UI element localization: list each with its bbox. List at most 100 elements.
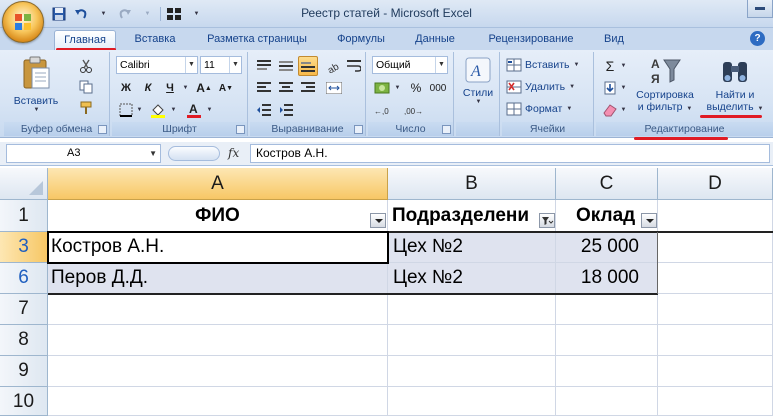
increase-decimal-icon[interactable]: ←,0 [372,100,400,120]
tab-formulas[interactable]: Формулы [328,30,394,50]
row-header-1[interactable]: 1 [0,200,48,232]
decrease-decimal-icon[interactable]: ,00→ [402,100,430,120]
filter-active-b-icon[interactable] [539,213,555,228]
cell-d1[interactable] [658,200,773,232]
cell-b6[interactable]: Цех №2 [388,263,556,294]
cell-c6[interactable]: 18 000 [556,263,658,294]
text-orientation-icon[interactable]: ab [324,56,344,76]
font-name-dropdown-icon[interactable]: ▼ [185,57,197,73]
align-middle-icon[interactable] [276,56,296,76]
tab-insert[interactable]: Вставка [124,30,186,50]
bold-button[interactable]: Ж [116,78,136,98]
sort-filter-button[interactable]: А Я Сортировка и фильтр ▼ [630,56,700,118]
fill-dropdown-icon[interactable]: ▼ [618,78,628,98]
row-header-7[interactable]: 7 [0,294,48,325]
format-cells-button[interactable]: Формат ▼ [506,99,572,119]
cell-a1[interactable]: ФИО [48,200,388,232]
formula-input[interactable]: Костров А.Н. [250,144,770,163]
cell-b10[interactable] [388,387,556,416]
row-header-9[interactable]: 9 [0,356,48,387]
underline-dropdown-icon[interactable]: ▼ [180,78,190,98]
column-header-b[interactable]: B [388,168,556,200]
increase-indent-icon[interactable] [276,100,296,120]
cell-a9[interactable] [48,356,388,387]
font-shrink-icon[interactable]: A ▼ [216,78,236,98]
row-header-8[interactable]: 8 [0,325,48,356]
cell-d7[interactable] [658,294,773,325]
currency-icon[interactable] [372,78,392,98]
find-select-dropdown-icon[interactable]: ▼ [757,106,763,112]
minimize-icon[interactable] [747,0,773,18]
tab-review[interactable]: Рецензирование [476,30,586,50]
copy-icon[interactable] [76,77,96,97]
number-launcher-icon[interactable] [442,125,451,134]
align-left-icon[interactable] [254,78,274,98]
fill-color-icon[interactable] [148,100,168,120]
font-size-combo[interactable]: 11 ▼ [200,56,242,74]
wrap-text-icon[interactable] [344,56,364,76]
tab-home[interactable]: Главная [54,30,116,50]
number-format-dropdown-icon[interactable]: ▼ [435,57,447,73]
styles-button[interactable]: A Стили ▼ [458,56,498,118]
percent-icon[interactable]: % [406,78,426,98]
fill-color-dropdown-icon[interactable]: ▼ [168,100,178,120]
italic-button[interactable]: К [138,78,158,98]
cell-c3[interactable]: 25 000 [556,232,658,263]
cut-icon[interactable] [76,56,96,76]
clear-icon[interactable] [600,100,620,120]
align-right-icon[interactable] [298,78,318,98]
name-box-dropdown-icon[interactable]: ▼ [149,145,157,162]
align-center-icon[interactable] [276,78,296,98]
insert-function-button[interactable]: fx [228,144,239,163]
row-header-6[interactable]: 6 [0,263,48,294]
filter-dropdown-c-icon[interactable] [641,213,657,228]
cell-b9[interactable] [388,356,556,387]
font-size-dropdown-icon[interactable]: ▼ [229,57,241,73]
font-color-icon[interactable]: A [184,100,204,120]
cell-b1[interactable]: Подразделени [388,200,556,232]
thousands-separator-button[interactable]: 000 [426,78,450,98]
select-all-corner[interactable] [0,168,48,200]
number-format-combo[interactable]: Общий ▼ [372,56,448,74]
fill-icon[interactable] [600,78,620,98]
cell-d8[interactable] [658,325,773,356]
tab-view[interactable]: Вид [596,30,632,50]
cell-d9[interactable] [658,356,773,387]
row-header-3[interactable]: 3 [0,232,48,263]
font-name-combo[interactable]: Calibri ▼ [116,56,198,74]
sort-filter-dropdown-icon[interactable]: ▼ [686,106,692,112]
insert-cells-button[interactable]: Вставить ▼ [506,55,579,75]
font-launcher-icon[interactable] [236,125,245,134]
cell-c7[interactable] [556,294,658,325]
cell-b3[interactable]: Цех №2 [388,232,556,263]
cell-b7[interactable] [388,294,556,325]
name-box[interactable]: A3 ▼ [6,144,161,163]
autosum-button[interactable]: Σ [600,56,620,76]
cell-a8[interactable] [48,325,388,356]
paste-button[interactable]: Вставить ▼ [12,56,60,116]
borders-icon[interactable] [116,100,136,120]
cell-a6[interactable]: Перов Д.Д. [48,263,388,294]
clipboard-launcher-icon[interactable] [98,125,107,134]
column-header-d[interactable]: D [658,168,773,200]
autosum-dropdown-icon[interactable]: ▼ [618,56,628,76]
underline-button[interactable]: Ч [160,78,180,98]
paste-dropdown-icon[interactable]: ▼ [13,107,60,113]
cell-d6[interactable] [658,263,773,294]
tab-page-layout[interactable]: Разметка страницы [196,30,318,50]
row-header-10[interactable]: 10 [0,387,48,416]
delete-cells-button[interactable]: Удалить ▼ [506,77,575,97]
currency-dropdown-icon[interactable]: ▼ [392,78,402,98]
clear-dropdown-icon[interactable]: ▼ [618,100,628,120]
tab-data[interactable]: Данные [404,30,466,50]
align-bottom-icon[interactable] [298,56,318,76]
font-grow-icon[interactable]: A ▲ [194,78,214,98]
office-button[interactable] [2,1,44,43]
cell-a10[interactable] [48,387,388,416]
cell-c9[interactable] [556,356,658,387]
borders-dropdown-icon[interactable]: ▼ [134,100,144,120]
styles-dropdown-icon[interactable]: ▼ [459,99,498,105]
filter-dropdown-a-icon[interactable] [370,213,386,228]
column-header-c[interactable]: C [556,168,658,200]
cell-a7[interactable] [48,294,388,325]
